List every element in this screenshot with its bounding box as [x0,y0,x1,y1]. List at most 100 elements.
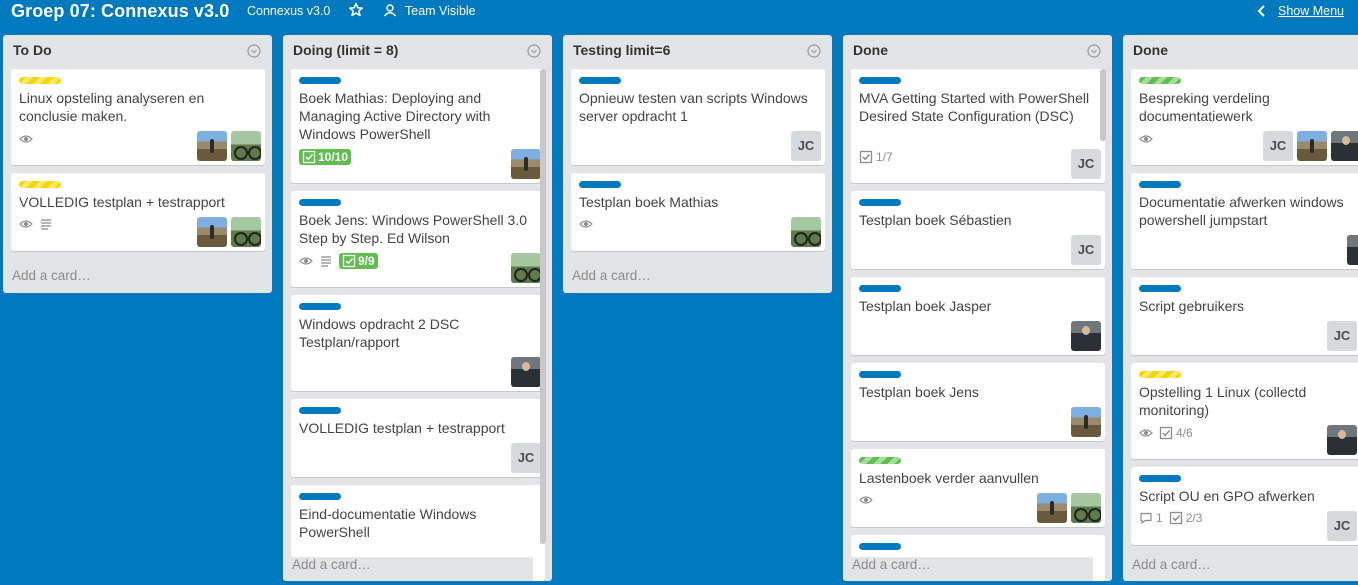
label-yellow[interactable] [19,181,61,188]
label-blue[interactable] [579,77,621,84]
member-avatar[interactable] [791,217,821,247]
list-menu-icon[interactable] [1087,44,1101,58]
list-title[interactable]: To Do [13,42,52,58]
label-blue[interactable] [1139,285,1181,292]
card-title: Boek Jens: Windows PowerShell 3.0 Step b… [299,212,527,246]
card[interactable]: Script OU en GPO afwerken 1 2/3 JC [1131,467,1358,545]
card[interactable]: VOLLEDIG testplan + testrapport [11,173,265,251]
add-card-link[interactable]: Add a card… [1132,557,1211,572]
member-avatar[interactable] [511,149,541,179]
member-avatar[interactable] [1347,235,1358,265]
member-avatar[interactable] [1071,493,1101,523]
member-avatar[interactable] [1297,131,1327,161]
label-blue[interactable] [299,199,341,206]
label-green[interactable] [859,457,901,464]
show-menu-link[interactable]: Show Menu [1278,4,1344,18]
label-yellow[interactable] [19,77,61,84]
member-avatar[interactable] [1037,493,1067,523]
card[interactable]: VOLLEDIG testplan + testrapport JC [291,399,545,477]
member-avatar-initials[interactable]: JC [791,131,821,161]
card-members [197,131,261,161]
member-avatar[interactable] [231,131,261,161]
board-title[interactable]: Groep 07: Connexus v3.0 [11,1,229,22]
list-menu-icon[interactable] [807,44,821,58]
member-avatar[interactable] [1071,407,1101,437]
card-badges [19,131,33,147]
checklist-badge: 4/6 [1159,426,1193,440]
card[interactable]: Opnieuw testen van scripts Windows serve… [571,69,825,165]
card-title: Testplan boek Jasper [859,298,992,314]
add-card-link[interactable]: Add a card… [283,557,533,581]
card[interactable]: Testplan boek Jasper [851,277,1105,355]
add-card-link[interactable]: Add a card… [843,557,1093,581]
chevron-left-icon[interactable] [1257,4,1267,18]
label-blue[interactable] [1139,181,1181,188]
card-members [511,253,541,283]
card[interactable]: Documentatie afwerken windows powershell… [1131,173,1358,269]
card-title: Opstelling 1 Linux (collectd monitoring) [1139,384,1307,418]
team-icon[interactable] [383,3,397,17]
label-blue[interactable] [299,493,341,500]
card-title: VOLLEDIG testplan + testrapport [299,420,505,436]
member-avatar[interactable] [511,357,541,387]
list-title[interactable]: Testing limit=6 [573,42,670,58]
card[interactable]: Linux opsteling analyseren en conclusie … [11,69,265,165]
member-avatar-initials[interactable]: JC [1327,321,1357,351]
label-blue[interactable] [859,77,901,84]
card[interactable]: Windows opdracht 2 DSC Testplan/rapport [291,295,545,391]
member-avatar[interactable] [197,217,227,247]
visibility-label[interactable]: Team Visible [405,4,476,18]
card[interactable]: Testplan boek Sébastien JC [851,191,1105,269]
label-blue[interactable] [299,77,341,84]
member-avatar[interactable] [1327,425,1357,455]
label-blue[interactable] [579,181,621,188]
member-avatar-initials[interactable]: JC [1071,149,1101,179]
member-avatar[interactable] [231,217,261,247]
list-title[interactable]: Done [853,42,888,58]
member-avatar[interactable] [511,253,541,283]
member-avatar-initials[interactable]: JC [1327,511,1357,541]
add-card-link[interactable]: Add a card… [12,268,91,283]
member-avatar[interactable] [1071,321,1101,351]
card[interactable]: Bespreking verdeling documentatiewerk JC [1131,69,1358,165]
list-scrollbar[interactable] [540,69,546,544]
list-title[interactable]: Done [1133,42,1168,58]
add-card-link[interactable]: Add a card… [572,268,651,283]
member-avatar-initials[interactable]: JC [511,443,541,473]
card-title: Testplan boek Sébastien [859,212,1012,228]
label-blue[interactable] [859,543,901,550]
watch-icon [19,135,33,143]
checklist-badge: 9/9 [339,253,378,269]
label-blue[interactable] [859,199,901,206]
label-blue[interactable] [299,407,341,414]
star-icon[interactable] [349,2,363,18]
member-avatar[interactable] [1331,131,1358,161]
member-avatar-initials[interactable]: JC [1263,131,1293,161]
card[interactable]: Boek Jens: Windows PowerShell 3.0 Step b… [291,191,545,287]
label-blue[interactable] [1139,475,1181,482]
card[interactable]: Testplan boek Jens [851,363,1105,441]
card[interactable]: Testplan boek Mathias [571,173,825,251]
list-scrollbar[interactable] [1100,69,1106,141]
label-blue[interactable] [859,371,901,378]
label-blue[interactable] [859,285,901,292]
list-menu-icon[interactable] [247,44,261,58]
list-done: Done MVA Getting Started with PowerShell… [843,35,1112,581]
checklist-count: 9/9 [358,254,375,268]
label-green[interactable] [1139,77,1181,84]
card[interactable]: Opstelling 1 Linux (collectd monitoring)… [1131,363,1358,459]
label-yellow[interactable] [1139,371,1181,378]
card[interactable]: Script gebruikers JC [1131,277,1358,355]
label-blue[interactable] [299,303,341,310]
card-members [1071,407,1101,437]
member-avatar[interactable] [197,131,227,161]
card[interactable]: Lastenboek verder aanvullen [851,449,1105,527]
member-avatar-initials[interactable]: JC [1071,235,1101,265]
organization-link[interactable]: Connexus v3.0 [247,4,330,18]
card[interactable]: MVA Getting Started with PowerShell Desi… [851,69,1105,183]
card-badges: 10/10 [299,149,352,165]
card[interactable]: Boek Mathias: Deploying and Managing Act… [291,69,545,183]
list-title[interactable]: Doing (limit = 8) [293,42,398,58]
card-members [511,357,541,387]
list-menu-icon[interactable] [527,44,541,58]
